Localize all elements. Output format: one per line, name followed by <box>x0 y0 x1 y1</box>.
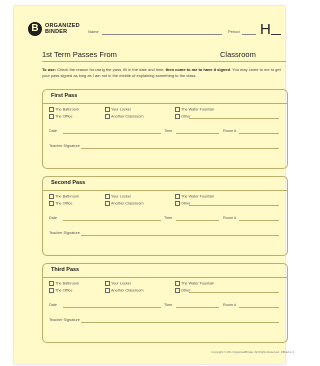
instructions-part-1: Check the reason for using the pass, fil… <box>55 67 166 72</box>
checkbox[interactable] <box>175 107 180 112</box>
checkbox[interactable] <box>49 194 54 199</box>
room-field[interactable] <box>239 220 279 221</box>
time-label: Time <box>164 216 173 220</box>
checkbox[interactable] <box>105 194 110 199</box>
option-locker[interactable]: Your Locker <box>105 194 131 199</box>
pass-divider <box>43 277 287 278</box>
option-another-classroom[interactable]: Another Classroom <box>105 288 144 293</box>
checkbox[interactable] <box>175 201 180 206</box>
option-water-fountain[interactable]: The Water Fountain <box>175 107 214 112</box>
period-label: Period <box>228 29 240 34</box>
checkbox[interactable] <box>175 281 180 286</box>
checkbox[interactable] <box>175 194 180 199</box>
other-line[interactable] <box>189 118 279 119</box>
instructions-emphasis: then come to me to have it signed <box>165 67 231 72</box>
date-field[interactable] <box>63 133 161 134</box>
option-office[interactable]: The Office <box>49 201 72 206</box>
time-field[interactable] <box>176 307 219 308</box>
pass-title: First Pass <box>51 93 78 99</box>
signature-field[interactable] <box>81 235 279 236</box>
option-water-fountain[interactable]: The Water Fountain <box>175 281 214 286</box>
name-label: Name <box>88 29 99 34</box>
checkbox[interactable] <box>105 281 110 286</box>
pass-card-first: First Pass The Bathroom Your Locker The … <box>42 89 288 169</box>
other-line[interactable] <box>189 292 279 293</box>
time-field[interactable] <box>176 133 219 134</box>
pass-title: Third Pass <box>51 267 80 273</box>
checkbox[interactable] <box>49 281 54 286</box>
option-locker[interactable]: Your Locker <box>105 281 131 286</box>
section-code-blank[interactable] <box>271 34 281 35</box>
pass-divider <box>43 103 287 104</box>
worksheet-header: B ORGANIZED BINDER Name Period H <box>28 20 281 42</box>
instructions: To use: Check the reason for using the p… <box>42 67 288 79</box>
title-divider <box>42 61 286 62</box>
checkbox[interactable] <box>105 114 110 119</box>
checkbox[interactable] <box>49 201 54 206</box>
option-bathroom[interactable]: The Bathroom <box>49 194 79 199</box>
option-office[interactable]: The Office <box>49 114 72 119</box>
room-label: Room # <box>223 303 237 307</box>
checkbox[interactable] <box>49 107 54 112</box>
signature-label: Teacher Signature <box>49 231 80 235</box>
instructions-lead: To use: <box>42 67 56 72</box>
section-code: H <box>260 21 271 38</box>
option-bathroom[interactable]: The Bathroom <box>49 281 79 286</box>
period-field[interactable] <box>242 34 256 35</box>
checkbox[interactable] <box>175 114 180 119</box>
classroom-label: Classroom <box>220 50 256 59</box>
room-field[interactable] <box>239 307 279 308</box>
signature-field[interactable] <box>81 148 279 149</box>
room-label: Room # <box>223 129 237 133</box>
copyright-footer: Copyright © 201 OrganizedBinder. All Rig… <box>211 350 294 354</box>
checkbox[interactable] <box>49 288 54 293</box>
pass-title: Second Pass <box>51 180 86 186</box>
date-label: Date <box>49 303 58 307</box>
logo-icon: B <box>28 22 42 36</box>
other-line[interactable] <box>189 205 279 206</box>
option-another-classroom[interactable]: Another Classroom <box>105 114 144 119</box>
checkbox[interactable] <box>105 201 110 206</box>
option-office[interactable]: The Office <box>49 288 72 293</box>
checkbox[interactable] <box>175 288 180 293</box>
name-field[interactable] <box>102 34 222 35</box>
date-field[interactable] <box>63 220 161 221</box>
pass-card-second: Second Pass The Bathroom Your Locker The… <box>42 176 288 256</box>
time-label: Time <box>164 129 173 133</box>
date-field[interactable] <box>63 307 161 308</box>
option-bathroom[interactable]: The Bathroom <box>49 107 79 112</box>
page-title: 1st Term Passes From <box>42 50 117 59</box>
pass-divider <box>43 190 287 191</box>
logo-line-2: BINDER <box>45 29 68 35</box>
date-label: Date <box>49 216 58 220</box>
checkbox[interactable] <box>105 288 110 293</box>
date-label: Date <box>49 129 58 133</box>
time-label: Time <box>164 303 173 307</box>
pass-card-third: Third Pass The Bathroom Your Locker The … <box>42 263 288 343</box>
room-label: Room # <box>223 216 237 220</box>
logo-wordmark: ORGANIZED BINDER <box>45 23 80 35</box>
signature-field[interactable] <box>81 322 279 323</box>
option-another-classroom[interactable]: Another Classroom <box>105 201 144 206</box>
room-field[interactable] <box>239 133 279 134</box>
checkbox[interactable] <box>105 107 110 112</box>
option-water-fountain[interactable]: The Water Fountain <box>175 194 214 199</box>
worksheet-page: B ORGANIZED BINDER Name Period H 1st Ter… <box>14 6 294 364</box>
checkbox[interactable] <box>49 114 54 119</box>
signature-label: Teacher Signature <box>49 144 80 148</box>
signature-label: Teacher Signature <box>49 318 80 322</box>
option-locker[interactable]: Your Locker <box>105 107 131 112</box>
time-field[interactable] <box>176 220 219 221</box>
